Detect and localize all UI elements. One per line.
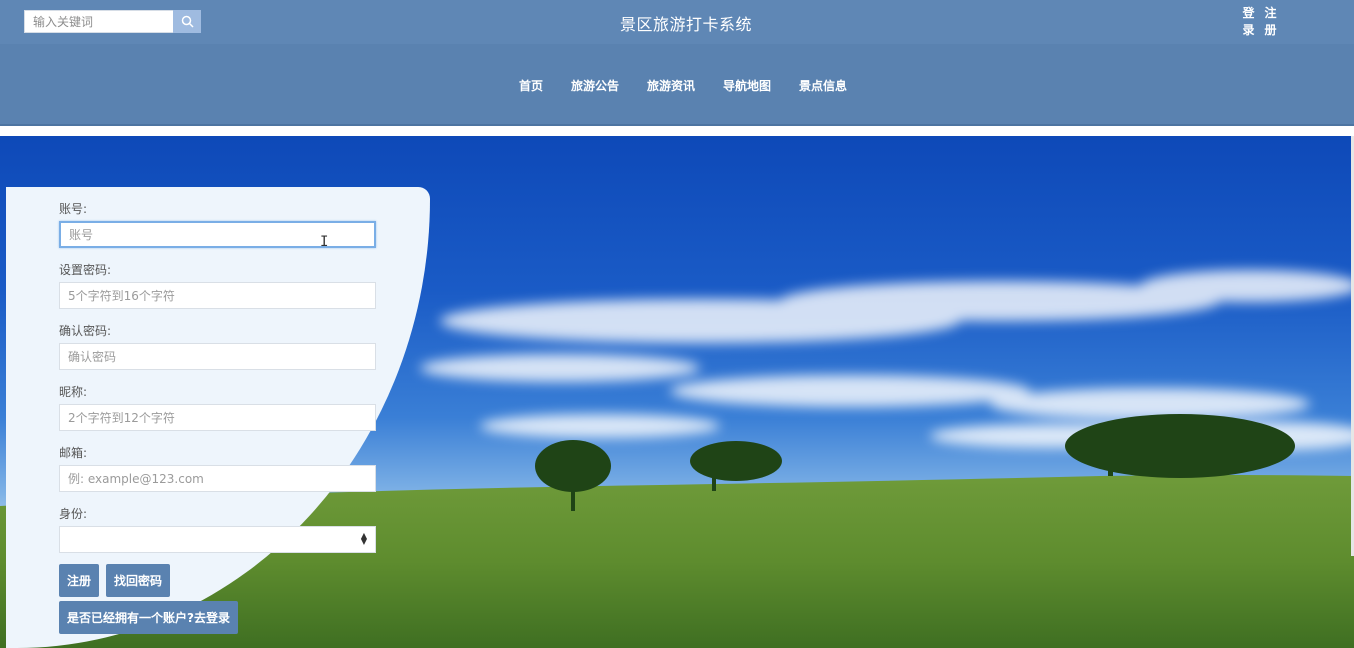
password-label: 设置密码: [59,263,112,277]
text-cursor-icon: I [320,234,329,250]
register-button[interactable]: 注册 [59,564,100,597]
nav-item-announcements[interactable]: 旅游公告 [571,77,619,94]
go-to-login-button[interactable]: 是否已经拥有一个账户?去登录 [59,601,238,634]
login-link-char-2: 录 [1242,23,1255,37]
email-input[interactable] [59,465,376,492]
nav-item-attractions[interactable]: 景点信息 [799,77,847,94]
nickname-input[interactable] [59,404,376,431]
identity-select[interactable]: ▲ ▼ [59,526,376,553]
register-link-char-2: 册 [1264,23,1277,37]
account-input[interactable] [59,221,376,248]
site-title: 景区旅游打卡系统 [619,15,752,34]
account-label: 账号: [59,202,88,216]
recover-password-button[interactable]: 找回密码 [106,564,171,597]
confirm-password-input[interactable] [59,343,376,370]
nickname-label: 昵称: [59,385,88,399]
select-arrows-icon: ▲ ▼ [360,531,367,546]
nav-item-map[interactable]: 导航地图 [723,77,771,94]
nav-item-home[interactable]: 首页 [519,77,543,94]
top-bar: 景区旅游打卡系统 登 录 注 册 [0,0,1354,44]
login-link[interactable]: 登 录 [1242,5,1255,39]
register-link-char-1: 注 [1264,6,1277,20]
login-link-char-1: 登 [1242,6,1255,20]
identity-label: 身份: [59,507,88,521]
email-label: 邮箱: [59,446,88,460]
password-input[interactable] [59,282,376,309]
auth-links: 登 录 注 册 [1242,5,1277,39]
main-nav: 首页 旅游公告 旅游资讯 导航地图 景点信息 [0,77,1354,94]
nav-item-news[interactable]: 旅游资讯 [647,77,695,94]
register-link[interactable]: 注 册 [1264,5,1277,39]
confirm-password-label: 确认密码: [59,324,112,338]
nav-bar: 首页 旅游公告 旅游资讯 导航地图 景点信息 [0,44,1354,126]
